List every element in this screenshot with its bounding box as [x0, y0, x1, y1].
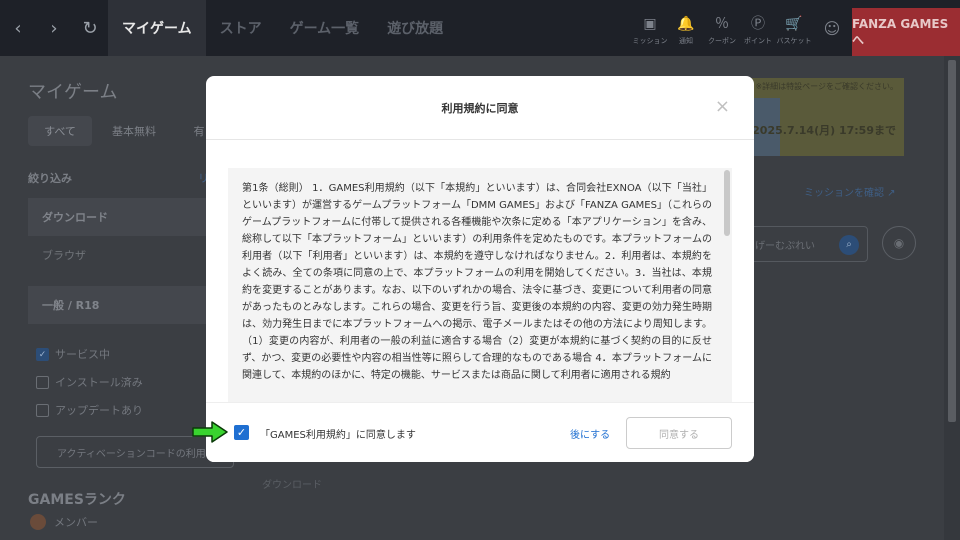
check-in-service[interactable]: ✓ サービス中: [36, 346, 110, 362]
coupon-icon: ％: [715, 16, 729, 32]
search-text: げーむぷれい: [755, 240, 815, 252]
profile-icon[interactable]: ☺: [812, 0, 852, 56]
game-status: ダウンロード: [262, 480, 322, 491]
check-label: サービス中: [55, 348, 110, 361]
basket-button[interactable]: 🛒 バスケット: [776, 16, 812, 46]
mission-label: ミッション: [632, 37, 668, 45]
basket-label: バスケット: [776, 37, 812, 45]
agree-button[interactable]: 同意する: [626, 417, 732, 449]
points-icon: Ⓟ: [751, 16, 765, 32]
notification-button[interactable]: 🔔 通知: [668, 16, 704, 46]
later-button[interactable]: 後にする: [570, 426, 610, 441]
tab-store[interactable]: ストア: [206, 0, 276, 56]
filter-tab-paid[interactable]: 有: [192, 116, 206, 146]
terms-modal: 利用規約に同意 × 第1条（総則） 1．GAMES利用規約（以下「本規約」といい…: [206, 76, 754, 462]
modal-header: 利用規約に同意: [206, 76, 754, 140]
rank-badge-icon: [30, 514, 46, 530]
forward-icon[interactable]: ›: [36, 0, 72, 56]
banner-note: ※詳細は特設ページをご確認ください。: [755, 82, 898, 91]
pointer-arrow-icon: [192, 421, 228, 443]
points-label: ポイント: [744, 37, 772, 45]
mission-confirm-link[interactable]: ミッションを確認 ↗: [804, 184, 896, 199]
filter-tab-free[interactable]: 基本無料: [108, 116, 160, 146]
sidebar-item-browser[interactable]: ブラウザ: [28, 236, 234, 274]
terms-scrollbar[interactable]: [724, 170, 730, 236]
member-label: メンバー: [54, 516, 98, 529]
fanza-games-button[interactable]: FANZA GAMESへ: [852, 8, 960, 56]
tab-unlimited[interactable]: 遊び放題: [373, 0, 457, 56]
mission-icon: ▣: [643, 16, 657, 32]
bell-icon: 🔔: [677, 16, 695, 32]
sidebar-item-download[interactable]: ダウンロード: [28, 198, 234, 236]
check-update-available[interactable]: アップデートあり: [36, 402, 143, 418]
agree-label[interactable]: 「GAMES利用規約」に同意します: [260, 426, 416, 441]
points-button[interactable]: Ⓟ ポイント: [740, 16, 776, 46]
terms-scroll-area[interactable]: 第1条（総則） 1．GAMES利用規約（以下「本規約」といいます）は、合同会社E…: [228, 168, 732, 402]
tab-game-list[interactable]: ゲーム一覧: [276, 0, 374, 56]
top-nav-bar: ‹ › ↻ マイゲーム ストア ゲーム一覧 遊び放題 ▣ ミッション 🔔 通知 …: [0, 0, 960, 56]
modal-footer: ✓ 「GAMES利用規約」に同意します 後にする 同意する: [206, 402, 754, 462]
filter-tab-all[interactable]: すべて: [28, 116, 92, 146]
nav-icon-group: ▣ ミッション 🔔 通知 ％ クーポン Ⓟ ポイント 🛒 バスケット: [632, 0, 812, 56]
campaign-banner[interactable]: ※詳細は特設ページをご確認ください。 2025.7.14(月) 17:59まで: [740, 78, 904, 156]
mission-button[interactable]: ▣ ミッション: [632, 16, 668, 46]
reload-icon[interactable]: ↻: [72, 0, 108, 56]
checkbox-icon: [36, 375, 49, 389]
tab-my-games[interactable]: マイゲーム: [108, 0, 206, 56]
scrollbar-thumb[interactable]: [948, 60, 956, 422]
cart-icon: 🛒: [785, 16, 803, 32]
search-input[interactable]: げーむぷれい ⌕: [740, 226, 868, 262]
check-label: インストール済み: [55, 376, 143, 389]
page-title: マイゲーム: [28, 82, 118, 103]
eye-icon[interactable]: ◉: [882, 226, 916, 260]
checkbox-checked-icon: ✓: [36, 347, 49, 361]
check-installed[interactable]: インストール済み: [36, 374, 143, 390]
close-icon[interactable]: ×: [715, 98, 730, 116]
terms-text: 第1条（総則） 1．GAMES利用規約（以下「本規約」といいます）は、合同会社E…: [242, 183, 712, 381]
coupon-button[interactable]: ％ クーポン: [704, 16, 740, 46]
banner-date: 2025.7.14(月) 17:59まで: [752, 124, 896, 137]
coupon-label: クーポン: [708, 37, 736, 45]
checkbox-icon: [36, 403, 49, 417]
member-rank: メンバー: [30, 514, 98, 530]
back-icon[interactable]: ‹: [0, 0, 36, 56]
page-scrollbar[interactable]: [944, 56, 960, 540]
sidebar-item-general-r18[interactable]: 一般 / R18: [28, 286, 234, 324]
check-label: アップデートあり: [55, 404, 143, 417]
filter-label: 絞り込み: [28, 172, 72, 185]
search-icon[interactable]: ⌕: [839, 235, 859, 255]
notification-label: 通知: [679, 37, 693, 45]
agree-checkbox[interactable]: ✓: [234, 425, 249, 440]
games-rank-title: GAMESランク: [28, 492, 126, 508]
modal-title: 利用規約に同意: [441, 101, 519, 115]
